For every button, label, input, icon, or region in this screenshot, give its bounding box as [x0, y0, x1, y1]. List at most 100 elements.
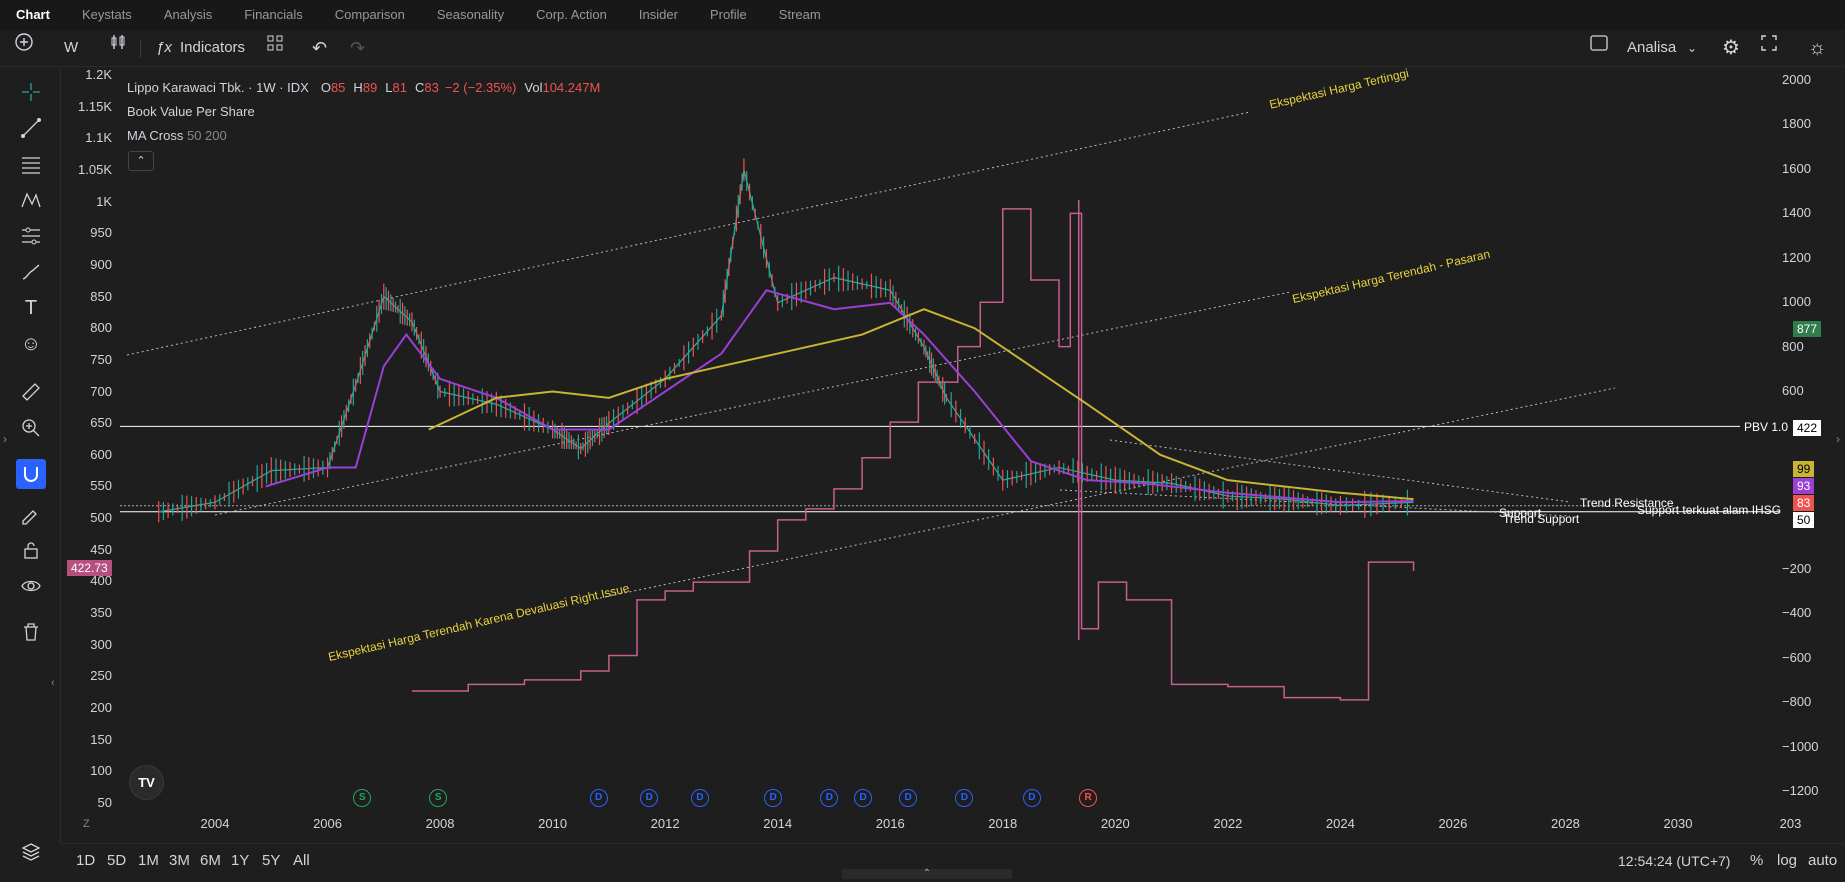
- close-badge: 83: [1793, 495, 1815, 511]
- corporate-event-marker[interactable]: D: [854, 789, 873, 807]
- left-axis-tick: 1.15K: [78, 98, 112, 114]
- corporate-event-marker[interactable]: D: [690, 789, 709, 807]
- left-axis-tick: 650: [90, 415, 112, 431]
- left-axis-tick: 450: [90, 541, 112, 557]
- vol-label: Vol: [524, 80, 543, 95]
- right-axis-tick: −1200: [1782, 783, 1819, 798]
- bottom-bar: 1D 5D 1M 3M 6M 1Y 5Y All 12:54:24 (UTC+7) % log…: [60, 843, 1845, 882]
- percent-toggle[interactable]: %: [1750, 844, 1763, 878]
- ma50-badge: 93: [1793, 478, 1815, 494]
- range-button-6m[interactable]: 6M: [200, 844, 221, 878]
- clock[interactable]: 12:54:24 (UTC+7): [1618, 844, 1730, 878]
- corporate-event-marker[interactable]: D: [764, 789, 783, 807]
- expand-right-icon[interactable]: ›: [1836, 432, 1840, 446]
- scroll-handle-icon[interactable]: ⌃: [842, 869, 1012, 879]
- log-toggle[interactable]: log: [1777, 844, 1797, 878]
- close-value: 83: [424, 80, 439, 95]
- right-axis-tick: −400: [1782, 605, 1812, 621]
- left-axis-tick: 500: [90, 510, 112, 526]
- left-axis-tick: 100: [90, 763, 112, 779]
- right-axis-tick: 1600: [1782, 160, 1811, 176]
- ma200-line: [428, 308, 1414, 501]
- trend-support-label: Trend Support: [1503, 512, 1580, 526]
- x-axis-tick: 203: [1779, 816, 1802, 831]
- left-axis-tick: 1.1K: [85, 130, 112, 146]
- left-axis-tick: 850: [90, 288, 112, 304]
- left-axis-tick: 200: [90, 700, 112, 716]
- left-axis-tick: 250: [90, 668, 112, 684]
- range-button-5d[interactable]: 5D: [107, 844, 126, 878]
- right-axis-tick: −600: [1782, 649, 1812, 665]
- expand-left-icon[interactable]: ›: [3, 432, 7, 446]
- high-label: H: [353, 80, 363, 95]
- x-axis-tick: 2026: [1438, 816, 1468, 831]
- right-axis-tick: 1800: [1782, 116, 1811, 132]
- left-axis-tick: 750: [90, 351, 112, 367]
- corporate-event-marker[interactable]: D: [1022, 789, 1041, 807]
- x-axis-tick: 2020: [1100, 816, 1130, 831]
- right-axis-tick: 600: [1782, 383, 1804, 399]
- x-axis-tick: 2006: [313, 816, 342, 831]
- support-badge: 50: [1793, 512, 1815, 528]
- change-value: −2 (−2.35%): [444, 80, 517, 95]
- left-axis-tick: 1.05K: [78, 161, 112, 177]
- close-label: C: [414, 80, 425, 95]
- price-line: [158, 169, 1414, 513]
- pbv-line-label: PBV 1.0: [1744, 420, 1789, 434]
- left-axis-tick: 1.2K: [85, 67, 112, 82]
- x-axis-tick: 2018: [988, 816, 1018, 831]
- left-axis-tick: 350: [90, 605, 112, 621]
- range-button-all[interactable]: All: [293, 844, 310, 878]
- right-axis-tick: −200: [1782, 560, 1812, 576]
- price-chart[interactable]: [0, 0, 1845, 881]
- corporate-event-marker[interactable]: D: [899, 789, 918, 807]
- right-axis-tick: −1000: [1782, 738, 1819, 754]
- low-channel-line: [599, 387, 1616, 599]
- left-axis-tick: 600: [90, 446, 112, 462]
- indicator-ma-cross[interactable]: MA Cross 50 200: [127, 128, 227, 143]
- support-ihsg-label: Support terkuat alam IHSG: [1637, 503, 1782, 517]
- x-axis-tick: 2030: [1663, 816, 1693, 831]
- range-button-1d[interactable]: 1D: [76, 844, 95, 878]
- low-value: 81: [392, 80, 407, 95]
- x-axis-tick: 2004: [200, 816, 230, 831]
- x-axis-tick: 2008: [425, 816, 455, 831]
- open-value: 85: [330, 80, 346, 95]
- left-axis-tick: 300: [90, 636, 112, 652]
- zoom-corner[interactable]: Z: [83, 818, 90, 830]
- right-axis-tick: 2000: [1782, 72, 1811, 87]
- ma200-badge: 99: [1793, 461, 1815, 477]
- right-axis-tick: −800: [1782, 694, 1812, 710]
- left-axis-tick: 900: [90, 256, 112, 272]
- vol-value: 104.247M: [542, 80, 601, 95]
- corporate-event-marker[interactable]: D: [589, 789, 608, 807]
- indicator-bvps-label[interactable]: Book Value Per Share: [127, 104, 255, 119]
- left-axis-tick: 950: [90, 225, 112, 241]
- tradingview-logo-icon[interactable]: TV: [129, 765, 164, 800]
- range-button-3m[interactable]: 3M: [169, 844, 190, 878]
- right-axis-tick: 1000: [1782, 294, 1811, 310]
- x-axis-tick: 2010: [538, 816, 568, 831]
- range-button-1m[interactable]: 1M: [138, 844, 159, 878]
- ma-cross-name: MA Cross: [127, 128, 184, 143]
- left-axis-tick: 550: [90, 478, 112, 494]
- x-axis-tick: 2016: [875, 816, 905, 831]
- range-button-1y[interactable]: 1Y: [231, 844, 249, 878]
- bvps-right-badge: 877: [1793, 321, 1822, 337]
- pbv-badge: 422: [1793, 420, 1822, 436]
- left-axis-tick: 50: [97, 795, 112, 810]
- collapse-legend-icon[interactable]: ⌃: [128, 151, 154, 171]
- symbol-title[interactable]: Lippo Karawaci Tbk. · 1W · IDX: [127, 80, 309, 95]
- left-axis-tick: 150: [90, 731, 112, 747]
- x-axis-tick: 2022: [1213, 816, 1243, 831]
- range-button-5y[interactable]: 5Y: [262, 844, 280, 878]
- right-axis-tick: 800: [1782, 338, 1804, 354]
- low-label: L: [385, 80, 393, 95]
- chart-legend-header: Lippo Karawaci Tbk. · 1W · IDX O 85 H 89…: [127, 80, 600, 95]
- x-axis-tick: 2024: [1325, 816, 1355, 831]
- ma-cross-params: 50 200: [186, 128, 227, 143]
- auto-toggle[interactable]: auto: [1808, 844, 1837, 878]
- high-value: 89: [362, 80, 378, 95]
- right-axis-tick: 1400: [1782, 205, 1811, 221]
- left-axis-tick: 800: [90, 320, 112, 336]
